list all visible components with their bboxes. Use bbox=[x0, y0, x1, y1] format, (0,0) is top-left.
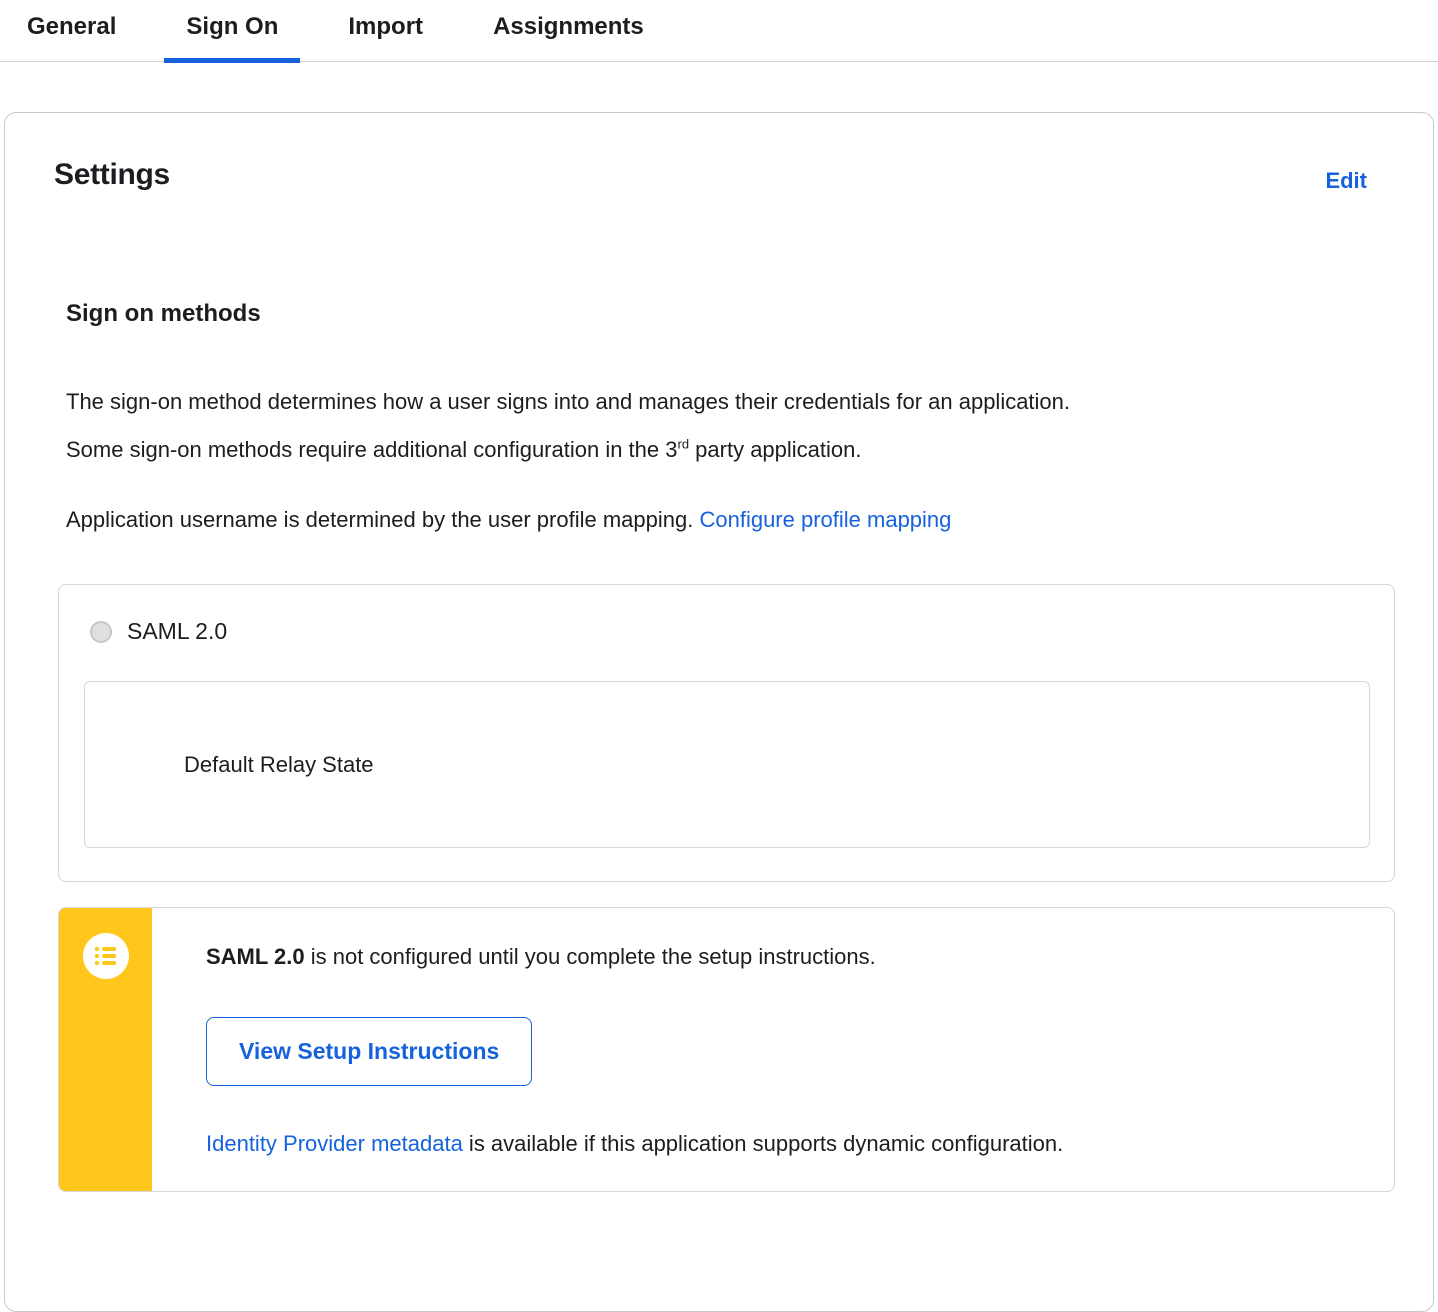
username-static-text: Application username is determined by th… bbox=[66, 507, 700, 532]
saml-radio-label[interactable]: SAML 2.0 bbox=[127, 618, 227, 645]
sign-on-description: The sign-on method determines how a user… bbox=[66, 378, 1106, 474]
description-text-2: party application. bbox=[689, 437, 862, 462]
callout-accent-stripe bbox=[59, 908, 152, 1191]
list-icon bbox=[83, 933, 129, 979]
description-superscript: rd bbox=[677, 436, 690, 452]
edit-link[interactable]: Edit bbox=[1325, 168, 1367, 194]
callout-message: SAML 2.0 is not configured until you com… bbox=[206, 943, 1063, 971]
saml-radio[interactable] bbox=[90, 620, 112, 643]
view-setup-instructions-button[interactable]: View Setup Instructions bbox=[206, 1017, 533, 1086]
callout-message-rest: is not configured until you complete the… bbox=[304, 944, 876, 969]
settings-card: Settings Edit Sign on methods The sign-o… bbox=[4, 112, 1434, 1312]
configure-profile-mapping-link[interactable]: Configure profile mapping bbox=[699, 507, 951, 532]
tab-sign-on[interactable]: Sign On bbox=[164, 0, 301, 63]
default-relay-state-label: Default Relay State bbox=[184, 751, 374, 777]
tab-bar: General Sign On Import Assignments bbox=[0, 0, 1438, 63]
saml-method-box: SAML 2.0 Default Relay State bbox=[58, 584, 1395, 882]
tab-assignments[interactable]: Assignments bbox=[471, 0, 666, 61]
tab-import[interactable]: Import bbox=[326, 0, 445, 61]
idp-metadata-rest: is available if this application support… bbox=[462, 1131, 1064, 1156]
tab-general[interactable]: General bbox=[5, 0, 138, 61]
description-text-1: The sign-on method determines how a user… bbox=[66, 389, 1071, 462]
callout-content: SAML 2.0 is not configured until you com… bbox=[152, 908, 1103, 1191]
application-username-text: Application username is determined by th… bbox=[66, 496, 1385, 544]
saml-radio-row: SAML 2.0 bbox=[90, 618, 1370, 645]
settings-title: Settings bbox=[54, 158, 170, 191]
idp-metadata-link[interactable]: Identity Provider metadata bbox=[206, 1131, 463, 1156]
idp-metadata-text: Identity Provider metadata is available … bbox=[206, 1130, 1063, 1158]
callout-message-bold: SAML 2.0 bbox=[206, 944, 305, 969]
sign-on-methods-heading: Sign on methods bbox=[66, 300, 261, 327]
default-relay-state-box: Default Relay State bbox=[84, 681, 1370, 848]
setup-callout: SAML 2.0 is not configured until you com… bbox=[58, 907, 1395, 1192]
